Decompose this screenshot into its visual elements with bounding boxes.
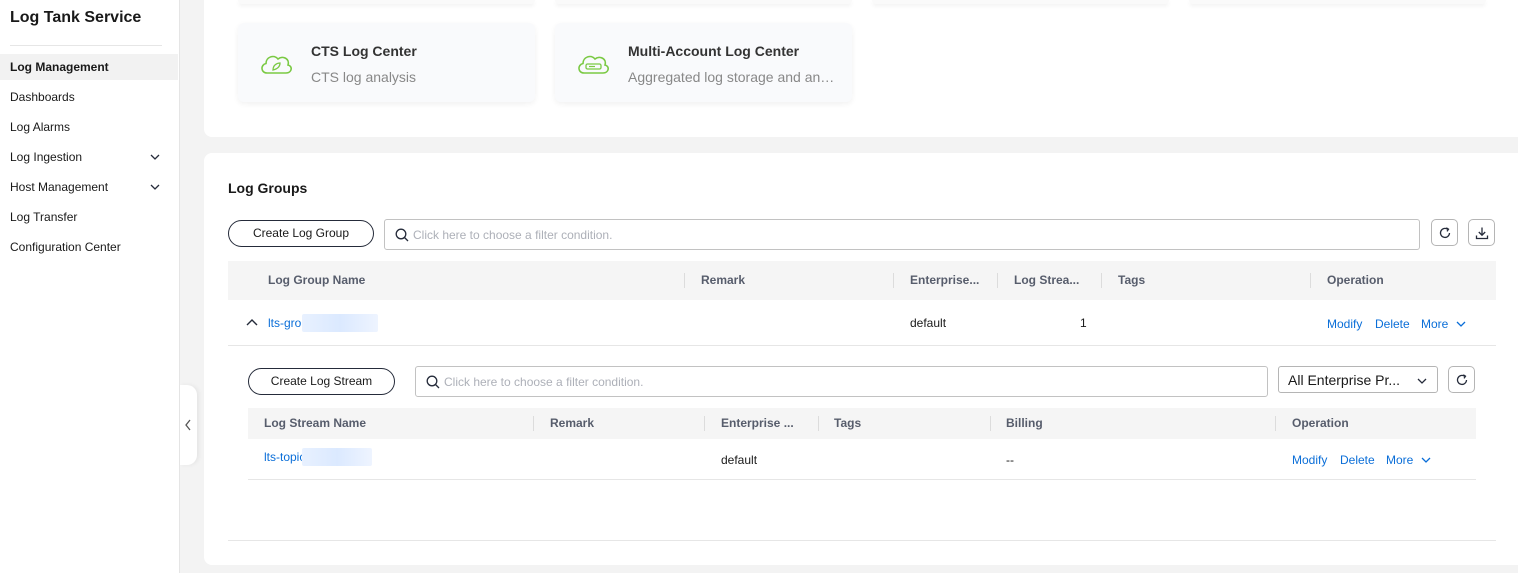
chevron-up-icon[interactable]	[246, 317, 258, 329]
column-header: Log Strea...	[1014, 273, 1080, 287]
download-button[interactable]	[1468, 219, 1495, 246]
chevron-down-icon	[150, 154, 160, 160]
row-divider	[248, 479, 1476, 480]
column-divider	[997, 273, 998, 288]
refresh-icon	[1439, 227, 1451, 239]
card-stub	[555, 0, 852, 4]
column-header: Enterprise ...	[721, 416, 794, 430]
feature-panel: CTS Log Center CTS log analysis Multi-Ac…	[204, 0, 1518, 137]
refresh-button[interactable]	[1448, 366, 1475, 393]
column-header: Billing	[1006, 416, 1043, 430]
column-header: Enterprise...	[910, 273, 980, 287]
redacted-mask	[302, 314, 378, 332]
log-stream-name-link[interactable]: lts-topic	[264, 450, 305, 464]
sidebar-item-label: Log Alarms	[10, 120, 71, 134]
search-input[interactable]	[413, 225, 1344, 245]
refresh-icon	[1456, 374, 1468, 386]
search-icon	[426, 375, 440, 389]
sidebar-item-label: Log Ingestion	[10, 150, 83, 164]
sidebar-item-label: Host Management	[10, 180, 109, 194]
sidebar-item-log-management[interactable]: Log Management	[0, 54, 178, 80]
delete-link[interactable]: Delete	[1375, 317, 1410, 331]
log-group-table-header: Log Group Name Remark Enterprise... Log …	[228, 261, 1496, 300]
card-multi-account-log-center[interactable]: Multi-Account Log Center Aggregated log …	[555, 23, 852, 102]
more-label: More	[1421, 317, 1449, 331]
table-bottom-divider	[228, 540, 1496, 541]
sidebar-item-log-ingestion[interactable]: Log Ingestion	[0, 144, 178, 170]
enterprise-project-value: default	[910, 316, 947, 330]
card-stub	[1189, 0, 1486, 4]
more-label: More	[1386, 453, 1414, 467]
chevron-down-icon	[150, 184, 160, 190]
sidebar-item-log-alarms[interactable]: Log Alarms	[0, 114, 178, 140]
card-stub	[238, 0, 535, 4]
column-header: Log Group Name	[268, 273, 366, 287]
card-title: Multi-Account Log Center	[628, 43, 800, 59]
column-header: Operation	[1292, 416, 1349, 430]
search-input[interactable]	[444, 372, 1210, 392]
column-divider	[818, 416, 819, 431]
log-group-name-link[interactable]: lts-gro	[268, 316, 301, 330]
sidebar-item-label: Log Transfer	[10, 210, 78, 224]
cloud-storage-icon	[578, 55, 609, 74]
log-stream-search[interactable]	[415, 366, 1268, 397]
service-title: Log Tank Service	[10, 9, 142, 26]
log-stream-count: 1	[1080, 316, 1087, 330]
select-value: All Enterprise Pr...	[1288, 372, 1401, 388]
card-stub	[872, 0, 1169, 4]
log-stream-table-header: Log Stream Name Remark Enterprise ... Ta…	[248, 408, 1476, 439]
column-divider	[893, 273, 894, 288]
redacted-mask	[302, 448, 372, 466]
create-log-stream-button[interactable]: Create Log Stream	[248, 368, 395, 395]
more-dropdown[interactable]: More	[1386, 453, 1431, 467]
column-header: Operation	[1327, 273, 1384, 287]
create-log-group-button[interactable]: Create Log Group	[228, 220, 374, 247]
sidebar-item-configuration-center[interactable]: Configuration Center	[0, 234, 178, 260]
billing-value: --	[1006, 453, 1014, 467]
card-description: CTS log analysis	[311, 69, 417, 85]
cloud-leaf-icon	[261, 55, 292, 74]
enterprise-project-select[interactable]: All Enterprise Pr...	[1278, 366, 1438, 393]
delete-link[interactable]: Delete	[1340, 453, 1375, 467]
download-icon	[1475, 227, 1489, 240]
sidebar-item-log-transfer[interactable]: Log Transfer	[0, 204, 178, 230]
column-header: Remark	[701, 273, 746, 287]
column-divider	[1275, 416, 1276, 431]
chevron-down-icon	[1456, 321, 1466, 327]
sidebar-item-host-management[interactable]: Host Management	[0, 174, 178, 200]
section-title: Log Groups	[228, 180, 308, 196]
sidebar-collapse-handle[interactable]	[180, 385, 197, 465]
modify-link[interactable]: Modify	[1327, 317, 1362, 331]
sidebar: Log Tank Service Log Management Dashboar…	[0, 0, 180, 573]
sidebar-item-dashboards[interactable]: Dashboards	[0, 84, 178, 110]
log-group-search[interactable]	[384, 219, 1420, 250]
chevron-left-icon	[185, 419, 191, 431]
enterprise-project-value: default	[721, 453, 758, 467]
chevron-down-icon	[1421, 457, 1431, 463]
column-divider	[533, 416, 534, 431]
column-divider	[990, 416, 991, 431]
sidebar-divider	[10, 45, 162, 46]
column-divider	[684, 273, 685, 288]
chevron-down-icon	[1417, 378, 1427, 384]
sidebar-item-label: Dashboards	[10, 90, 75, 104]
card-description: Aggregated log storage and analysis	[628, 69, 838, 85]
search-icon	[395, 228, 409, 242]
row-divider	[228, 345, 1496, 346]
column-divider	[1310, 273, 1311, 288]
column-header: Remark	[550, 416, 595, 430]
card-title: CTS Log Center	[311, 43, 417, 59]
column-header: Tags	[834, 416, 862, 430]
sidebar-item-label: Log Management	[10, 60, 109, 74]
log-groups-panel: Log Groups Create Log Group Log Group Na…	[204, 153, 1518, 565]
column-header: Log Stream Name	[264, 416, 367, 430]
more-dropdown[interactable]: More	[1421, 317, 1466, 331]
column-divider	[1101, 273, 1102, 288]
column-header: Tags	[1118, 273, 1146, 287]
sidebar-item-label: Configuration Center	[10, 240, 121, 254]
modify-link[interactable]: Modify	[1292, 453, 1327, 467]
card-cts-log-center[interactable]: CTS Log Center CTS log analysis	[238, 23, 535, 102]
column-divider	[704, 416, 705, 431]
refresh-button[interactable]	[1431, 219, 1458, 246]
